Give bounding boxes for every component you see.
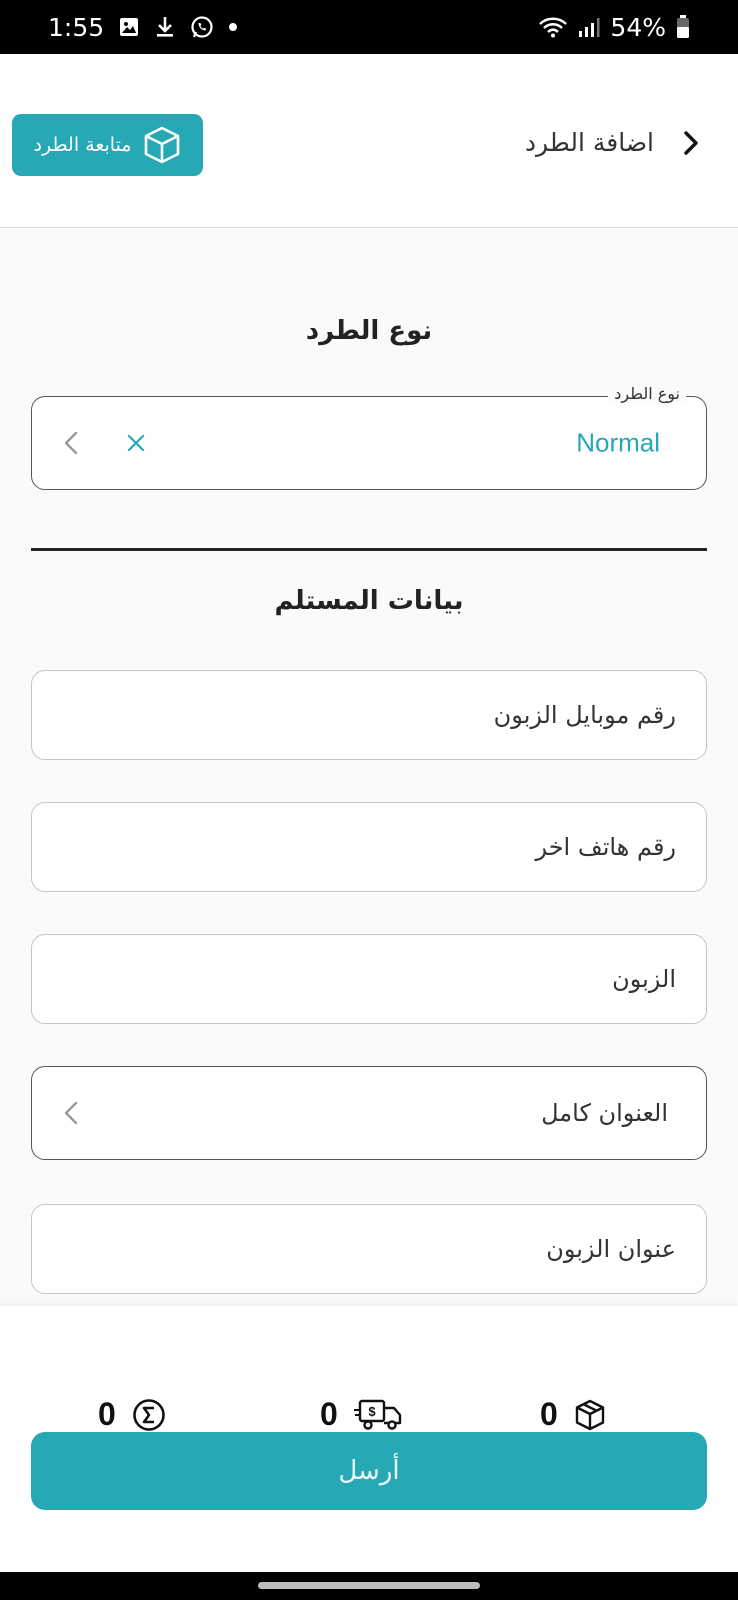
box-icon — [145, 126, 180, 164]
track-parcel-label: متابعة الطرد — [33, 134, 132, 156]
customer-address-field[interactable]: عنوان الزبون — [31, 1204, 707, 1294]
delivery-truck-icon: $ — [353, 1399, 401, 1430]
chevron-left-icon[interactable] — [58, 428, 84, 458]
battery-icon — [676, 15, 690, 39]
total-value: 0 — [98, 1396, 116, 1432]
parcel-type-title: نوع الطرد — [305, 316, 433, 346]
customer-name-placeholder: الزبون — [612, 965, 676, 993]
back-button[interactable] — [674, 126, 708, 160]
parcels-stat: 0 — [540, 1396, 606, 1433]
chevron-right-icon — [684, 131, 698, 155]
parcel-type-field-label: نوع الطرد — [608, 384, 686, 403]
page-title: اضافة الطرد — [524, 128, 654, 157]
navigation-bar — [0, 1572, 738, 1600]
status-left: 1:55 — [48, 13, 238, 42]
track-parcel-button[interactable]: متابعة الطرد — [12, 114, 203, 176]
dot-icon — [228, 22, 238, 32]
parcel-type-value: Normal — [576, 427, 660, 458]
full-address-placeholder: العنوان كامل — [541, 1099, 668, 1127]
screen: اضافة الطرد متابعة الطرد نوع الطرد نوع ا… — [0, 54, 738, 1572]
app-header: اضافة الطرد متابعة الطرد — [0, 54, 738, 228]
delivery-stat: 0 $ — [320, 1396, 404, 1433]
signal-icon — [578, 16, 600, 38]
full-address-select[interactable]: العنوان كامل — [31, 1066, 707, 1160]
battery-percent: 54% — [610, 12, 666, 42]
wifi-icon — [538, 15, 568, 39]
parcels-value: 0 — [540, 1396, 558, 1432]
other-phone-field[interactable]: رقم هاتف اخر — [31, 802, 707, 892]
parcel-type-select[interactable]: نوع الطرد Normal — [31, 384, 707, 490]
customer-mobile-field[interactable]: رقم موبايل الزبون — [31, 670, 707, 760]
home-indicator[interactable] — [258, 1582, 480, 1589]
clear-icon[interactable] — [122, 429, 150, 457]
customer-mobile-placeholder: رقم موبايل الزبون — [493, 701, 676, 729]
whatsapp-icon — [190, 15, 214, 39]
status-right: 54% — [538, 13, 690, 42]
customer-name-field[interactable]: الزبون — [31, 934, 707, 1024]
status-time: 1:55 — [48, 12, 105, 42]
recipient-section-title: بيانات المستلم — [274, 586, 464, 616]
other-phone-placeholder: رقم هاتف اخر — [535, 833, 676, 861]
chevron-left-icon[interactable] — [58, 1098, 84, 1128]
total-stat: 0 — [98, 1396, 166, 1433]
customer-address-placeholder: عنوان الزبون — [546, 1235, 676, 1263]
gallery-icon — [118, 16, 140, 38]
svg-text:$: $ — [368, 1404, 376, 1419]
send-button[interactable]: أرسل — [31, 1432, 707, 1510]
status-bar: 1:55 54% — [0, 0, 738, 54]
sigma-icon — [132, 1398, 165, 1431]
download-icon — [154, 15, 176, 39]
section-divider — [31, 548, 707, 551]
delivery-value: 0 — [320, 1396, 338, 1432]
box-icon — [575, 1399, 604, 1430]
